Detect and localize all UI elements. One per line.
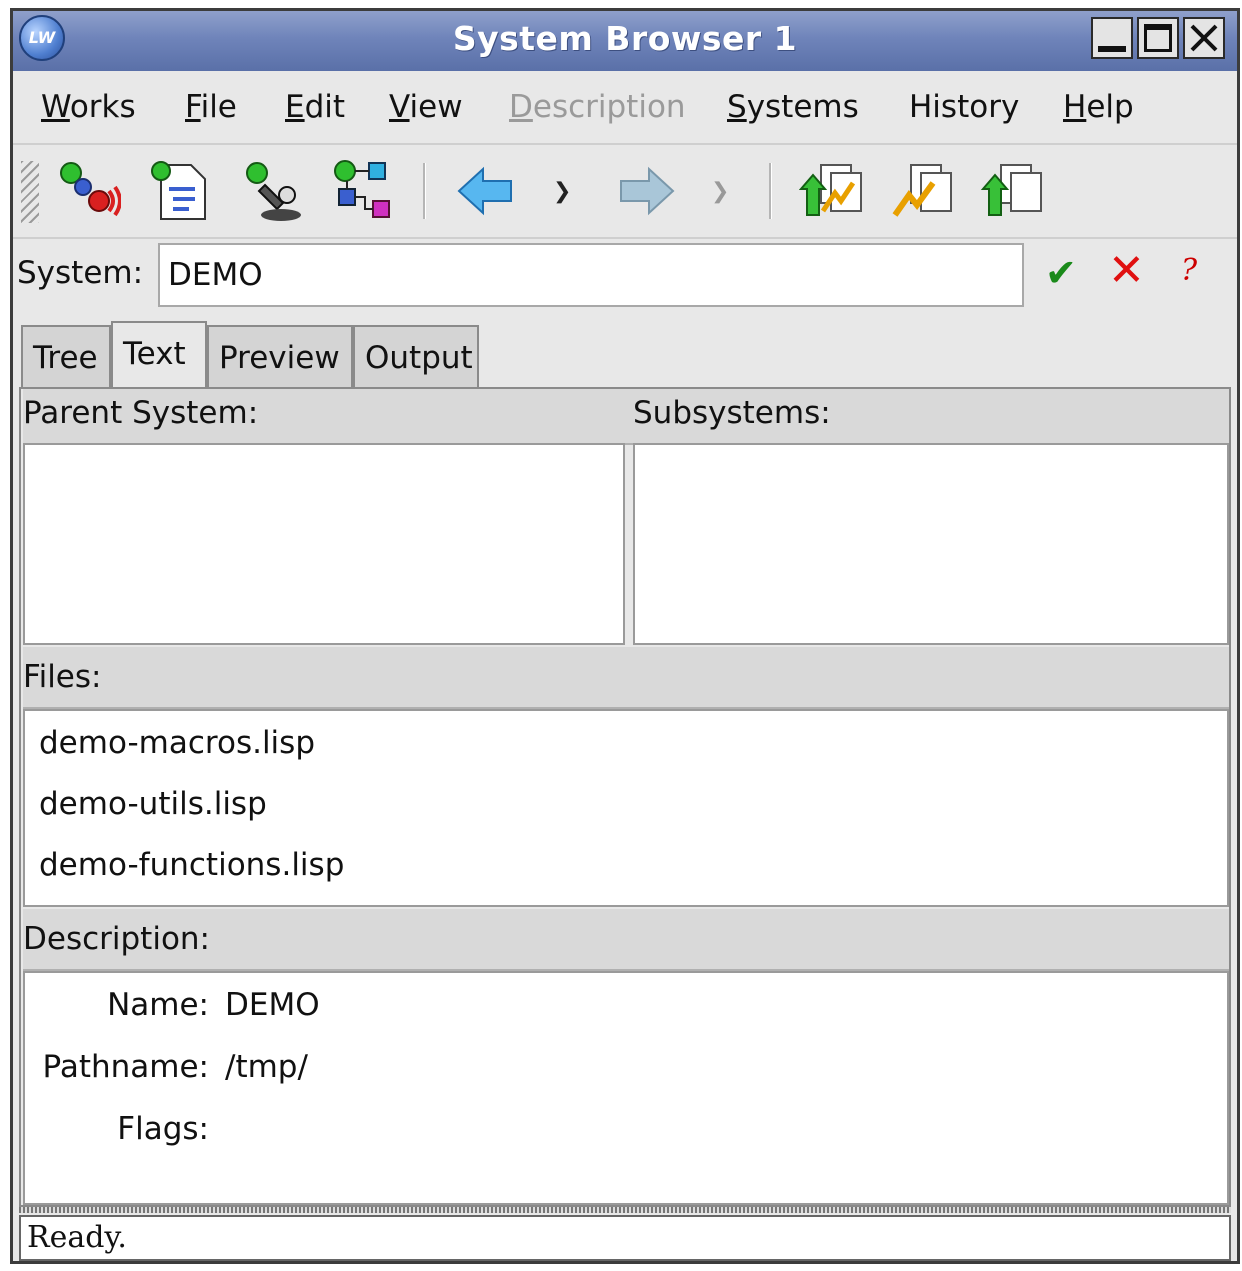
- tab-preview[interactable]: Preview: [207, 325, 353, 389]
- menu-file[interactable]: File: [185, 89, 237, 125]
- menu-systems-mnemonic: S: [727, 89, 747, 125]
- tab-tree[interactable]: Tree: [21, 325, 111, 389]
- menu-systems-label: ystems: [746, 89, 859, 125]
- list-item[interactable]: demo-utils.lisp: [39, 786, 267, 822]
- system-tool-icon[interactable]: [53, 157, 122, 225]
- document-tool-icon[interactable]: [147, 157, 215, 225]
- menu-edit-label: dit: [304, 89, 346, 125]
- system-label: System:: [17, 255, 144, 291]
- text-tab-panel: Parent System: Subsystems: Files: demo-m…: [19, 387, 1231, 1207]
- files-header: [23, 647, 1229, 709]
- flags-key: Flags:: [117, 1111, 209, 1147]
- parent-system-list[interactable]: [23, 443, 625, 645]
- menu-description-mnemonic: D: [509, 89, 533, 125]
- parent-system-label: Parent System:: [23, 395, 259, 431]
- compile-icon[interactable]: [889, 157, 957, 225]
- name-key: Name:: [107, 987, 209, 1023]
- menu-history[interactable]: History: [909, 89, 1019, 125]
- toolbar: ❯ ❯: [13, 145, 1237, 239]
- menu-view-label: iew: [409, 89, 463, 125]
- forward-history-dropdown-icon[interactable]: ❯: [711, 179, 729, 204]
- menu-file-label: ile: [200, 89, 237, 125]
- description-box: Name: DEMO Pathname: /tmp/ Flags:: [23, 971, 1229, 1205]
- tab-strip: Tree Text Preview Output: [21, 321, 1231, 391]
- minimize-button[interactable]: [1091, 17, 1133, 59]
- status-splitter[interactable]: [19, 1207, 1231, 1213]
- menu-description[interactable]: Description: [509, 89, 686, 125]
- confirm-check-icon[interactable]: ✔: [1045, 251, 1077, 295]
- pathname-key: Pathname:: [42, 1049, 209, 1085]
- menu-help-label: elp: [1086, 89, 1134, 125]
- tree-tool-icon[interactable]: [329, 157, 397, 225]
- title-bar[interactable]: LW System Browser 1: [13, 11, 1237, 71]
- name-value: DEMO: [225, 987, 320, 1023]
- files-label: Files:: [23, 659, 102, 695]
- back-arrow-icon[interactable]: [453, 157, 521, 225]
- maximize-button[interactable]: [1137, 17, 1179, 59]
- menu-works-label: orks: [69, 89, 136, 125]
- tab-text[interactable]: Text: [111, 321, 207, 391]
- list-item[interactable]: demo-functions.lisp: [39, 847, 344, 883]
- menu-edit[interactable]: Edit: [285, 89, 345, 125]
- description-label: Description:: [23, 921, 210, 957]
- toolbar-separator: [423, 163, 426, 219]
- toolbar-separator-2: [769, 163, 772, 219]
- files-list[interactable]: demo-macros.lisp demo-utils.lisp demo-fu…: [23, 709, 1229, 907]
- system-row: System: DEMO ✔ ✕ ?: [13, 239, 1237, 313]
- subsystems-label: Subsystems:: [633, 395, 831, 431]
- back-history-dropdown-icon[interactable]: ❯: [553, 179, 571, 204]
- status-bar: Ready.: [19, 1215, 1231, 1261]
- list-item[interactable]: demo-macros.lisp: [39, 725, 315, 761]
- menu-view-mnemonic: V: [389, 89, 410, 125]
- compile-load-icon[interactable]: [798, 157, 867, 225]
- subsystems-list[interactable]: [633, 443, 1229, 645]
- menu-systems[interactable]: Systems: [727, 89, 859, 125]
- tab-output[interactable]: Output: [353, 325, 479, 389]
- inspect-tool-icon[interactable]: [239, 157, 307, 225]
- close-button[interactable]: [1183, 17, 1225, 59]
- toolbar-grip[interactable]: [21, 161, 39, 223]
- menu-edit-mnemonic: E: [285, 89, 305, 125]
- menu-file-mnemonic: F: [185, 89, 201, 125]
- window-title: System Browser 1: [452, 19, 798, 58]
- help-question-icon[interactable]: ?: [1181, 253, 1197, 288]
- forward-arrow-icon[interactable]: [611, 157, 679, 225]
- menu-works-mnemonic: W: [41, 89, 70, 125]
- menu-help[interactable]: Help: [1063, 89, 1134, 125]
- system-input[interactable]: DEMO: [158, 243, 1024, 307]
- load-icon[interactable]: [979, 157, 1047, 225]
- menu-help-mnemonic: H: [1063, 89, 1087, 125]
- menu-history-label: History: [909, 89, 1020, 125]
- menu-view[interactable]: View: [389, 89, 463, 125]
- menu-bar: Works File Edit View Description Systems…: [13, 71, 1237, 145]
- menu-works[interactable]: Works: [41, 89, 136, 125]
- cancel-x-icon[interactable]: ✕: [1108, 245, 1145, 296]
- pathname-value: /tmp/: [225, 1049, 308, 1085]
- menu-description-label: escription: [532, 89, 686, 125]
- system-browser-window: LW System Browser 1 Works File Edit View…: [10, 8, 1240, 1264]
